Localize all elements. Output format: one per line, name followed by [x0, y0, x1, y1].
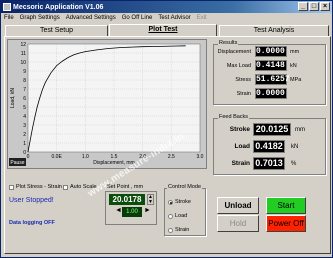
displacement-label: Displacement [217, 49, 251, 55]
y-tick-label: 5 [23, 105, 26, 111]
y-tick-label: 3 [23, 123, 26, 129]
y-tick-label: 7 [23, 87, 26, 93]
y-tick-label: 9 [23, 69, 26, 75]
load-unit: kN [291, 144, 299, 150]
x-tick-label: 0.0E [52, 154, 63, 160]
minimize-button[interactable]: _ [298, 2, 308, 11]
close-button[interactable]: × [320, 2, 330, 11]
user-status: User Stopped! [9, 197, 54, 204]
plot-stress-strain-checkbox[interactable]: Plot Stress - Strain [9, 184, 62, 190]
max-load-unit: kN [290, 63, 297, 69]
load-displacement-chart: 0 1 2 3 4 5 6 7 8 9 10 11 12 0 0.0E 1.0 1.5 2.0 2.5 3.0 Disp… [7, 39, 207, 199]
hold-button[interactable]: Hold [217, 215, 259, 232]
tab-test-setup[interactable]: Test Setup [5, 25, 108, 36]
y-tick-label: 12 [20, 42, 26, 48]
y-tick-label: 1 [23, 141, 26, 147]
checkbox-box [9, 184, 14, 190]
y-tick-label: 2 [23, 132, 26, 138]
menu-exit[interactable]: Exit [194, 15, 210, 21]
strain-feedback-label: Strain [231, 160, 250, 167]
plot-stress-strain-label: Plot Stress - Strain [16, 184, 62, 190]
y-tick-label: 4 [23, 114, 26, 120]
app-icon [3, 3, 11, 11]
menu-file[interactable]: File [1, 15, 17, 21]
title-bar: Mecsoric Application V1.06 _ □ × [1, 1, 332, 13]
stroke-unit: mm [295, 127, 305, 133]
x-tick-label: 1.0 [82, 154, 89, 160]
stroke-value: 20.0125 [253, 123, 291, 136]
radio-dot [168, 213, 173, 219]
y-tick-label: 11 [21, 51, 26, 57]
power-off-button[interactable]: Power Off [266, 215, 306, 232]
menu-advanced-settings[interactable]: Advanced Settings [63, 15, 119, 21]
radio-strain[interactable]: Strain [168, 227, 189, 233]
unload-button[interactable]: Unload [217, 197, 259, 214]
menu-graph-settings[interactable]: Graph Settings [17, 15, 63, 21]
radio-stroke[interactable]: Stroke [168, 199, 191, 205]
results-title: Results [218, 40, 239, 46]
radio-dot [168, 199, 173, 205]
strain-feedback-unit: % [291, 161, 297, 167]
strain-value: 0.0000 [255, 88, 287, 99]
menu-go-offline[interactable]: Go Off Line [119, 15, 156, 21]
checkbox-box [63, 184, 68, 190]
chart-svg: 01234567891011120 0.0E 1.0 1.5 2.0 2.5 3.0Disp… [9, 42, 204, 166]
maximize-button[interactable]: □ [309, 2, 319, 11]
stress-unit: MPa [290, 77, 302, 83]
decrement-arrow-icon[interactable]: ◄ [115, 207, 122, 216]
auto-scale-checkbox[interactable]: Auto Scale [63, 184, 97, 190]
stress-value: 51.6257 [255, 74, 290, 85]
displacement-value: 0.0000 [255, 46, 287, 57]
y-tick-label: 10 [20, 60, 26, 66]
max-load-label: Max Load [226, 63, 251, 69]
setpoint-step-value[interactable]: 1.00 [122, 207, 142, 217]
setpoint-value[interactable]: 20.0178 [109, 194, 145, 205]
load-value: 0.4182 [253, 140, 285, 153]
x-tick-label: 2.5 [168, 154, 175, 160]
data-logging-status: Data logging OFF [9, 220, 55, 226]
y-tick-label: 6 [23, 96, 26, 102]
strain-label: Strain [236, 91, 251, 97]
tab-test-analysis[interactable]: Test Analysis [219, 25, 329, 36]
max-load-value: 0.4148 [255, 60, 287, 71]
load-label: Load [234, 143, 250, 150]
menu-test-advisor[interactable]: Test Advisor [155, 15, 193, 21]
radio-strain-label: Strain [175, 227, 190, 233]
radio-stroke-label: Stroke [175, 199, 191, 205]
strain-feedback-value: 0.7013 [253, 157, 285, 170]
window-title: Mecsoric Application V1.06 [13, 3, 104, 11]
auto-scale-label: Auto Scale [70, 184, 97, 190]
control-mode-title: Control Mode [167, 184, 203, 190]
start-button[interactable]: Start [266, 197, 306, 214]
setpoint-spinner[interactable]: ▲ ▼ [147, 194, 154, 205]
radio-load[interactable]: Load [168, 213, 187, 219]
increment-arrow-icon[interactable]: ► [144, 207, 151, 216]
x-tick-label: 0 [27, 154, 30, 160]
x-tick-label: 3.0 [197, 154, 204, 160]
stroke-label: Stroke [229, 126, 250, 133]
setpoint-title: Set Point , mm [107, 184, 144, 190]
radio-load-label: Load [175, 213, 188, 219]
application-window: Mecsoric Application V1.06 _ □ × File Gr… [0, 0, 333, 258]
radio-dot [168, 227, 173, 233]
y-tick-label: 8 [23, 78, 26, 84]
feedbacks-title: Feed Backs [218, 114, 250, 120]
stress-label: Stress [235, 77, 251, 83]
pause-label: Pause [10, 160, 24, 166]
menu-bar: File Graph Settings Advanced Settings Go… [1, 13, 332, 23]
y-axis-label: Load, kN [10, 88, 16, 108]
displacement-unit: mm [290, 49, 300, 55]
